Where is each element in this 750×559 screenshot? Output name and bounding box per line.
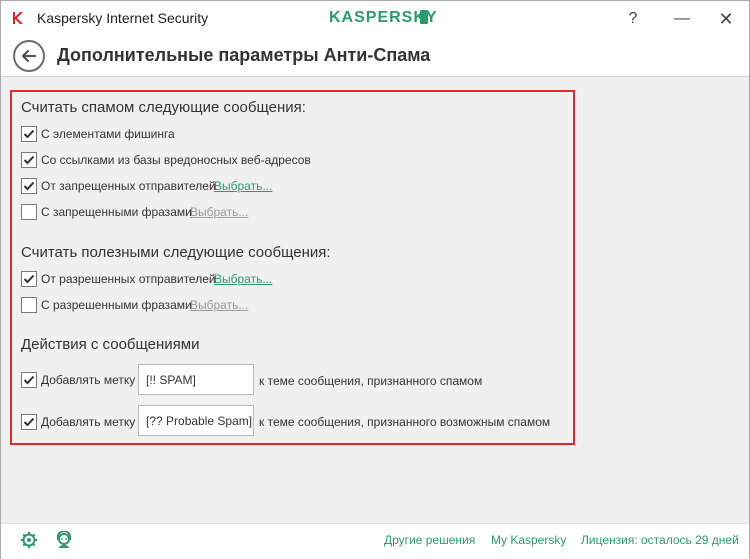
- probable-spam-tag-label: Добавлять метку: [41, 415, 136, 429]
- help-button[interactable]: ?: [618, 7, 648, 31]
- spam-tag-label: Добавлять метку: [41, 373, 136, 387]
- arrow-left-icon: [21, 49, 37, 63]
- minimize-button[interactable]: —: [667, 7, 697, 31]
- back-button[interactable]: [13, 40, 45, 72]
- checkmark-icon: [23, 417, 35, 427]
- kaspersky-k-icon: [13, 12, 23, 24]
- blocked-senders-label: От запрещенных отправителей: [41, 179, 216, 193]
- title-bar: Kaspersky Internet Security KASPERSKY ? …: [1, 1, 749, 36]
- allowed-senders-checkbox[interactable]: [21, 271, 37, 287]
- blocked-phrases-checkbox[interactable]: [21, 204, 37, 220]
- gear-icon[interactable]: [20, 531, 38, 549]
- probable-spam-tag-suffix: к теме сообщения, признанного возможным …: [259, 415, 551, 429]
- allowed-senders-label: От разрешенных отправителей: [41, 272, 216, 286]
- allowed-senders-select-link[interactable]: Выбрать...: [214, 272, 272, 286]
- blocked-senders-select-link[interactable]: Выбрать...: [214, 179, 272, 193]
- spam-section-title: Считать спамом следующие сообщения:: [21, 99, 306, 116]
- app-title: Kaspersky Internet Security: [37, 10, 209, 26]
- checkmark-icon: [23, 129, 35, 139]
- allowed-phrases-checkbox[interactable]: [21, 297, 37, 313]
- footer-divider: [1, 523, 749, 524]
- other-solutions-link[interactable]: Другие решения: [384, 533, 475, 547]
- license-link[interactable]: Лицензия: осталось 29 дней: [581, 533, 739, 547]
- support-agent-icon[interactable]: [55, 531, 73, 549]
- allowed-phrases-select-link[interactable]: Выбрать...: [190, 298, 248, 312]
- malicious-links-label: Со ссылками из базы вредоносных веб-адре…: [41, 153, 311, 167]
- spam-tag-input[interactable]: [!! SPAM]: [138, 364, 254, 395]
- probable-spam-tag-input[interactable]: [?? Probable Spam]: [138, 405, 254, 436]
- spam-tag-checkbox[interactable]: [21, 372, 37, 388]
- checkmark-icon: [23, 375, 35, 385]
- checkmark-icon: [23, 181, 35, 191]
- blocked-senders-checkbox[interactable]: [21, 178, 37, 194]
- phishing-checkbox[interactable]: [21, 126, 37, 142]
- blocked-phrases-label: С запрещенными фразами: [41, 205, 192, 219]
- page-title: Дополнительные параметры Анти-Спама: [57, 45, 431, 65]
- settings-panel: Считать спамом следующие сообщения: С эл…: [1, 77, 749, 523]
- allowed-phrases-label: С разрешенными фразами: [41, 298, 192, 312]
- phishing-label: С элементами фишинга: [41, 127, 175, 141]
- actions-section-title: Действия с сообщениями: [21, 336, 200, 353]
- my-kaspersky-link[interactable]: My Kaspersky: [491, 533, 566, 547]
- blocked-phrases-select-link[interactable]: Выбрать...: [190, 205, 248, 219]
- checkmark-icon: [23, 274, 35, 284]
- page-header: Дополнительные параметры Анти-Спама: [1, 36, 749, 76]
- footer: Другие решения My Kaspersky Лицензия: ос…: [1, 523, 749, 559]
- checkmark-icon: [23, 155, 35, 165]
- close-button[interactable]: ✕: [711, 7, 741, 31]
- useful-section-title: Считать полезными следующие сообщения:: [21, 244, 331, 261]
- app-window: Kaspersky Internet Security KASPERSKY ? …: [0, 0, 750, 559]
- probable-spam-tag-checkbox[interactable]: [21, 414, 37, 430]
- malicious-links-checkbox[interactable]: [21, 152, 37, 168]
- spam-tag-suffix: к теме сообщения, признанного спамом: [259, 374, 483, 388]
- brand-lab-icon: [420, 10, 428, 24]
